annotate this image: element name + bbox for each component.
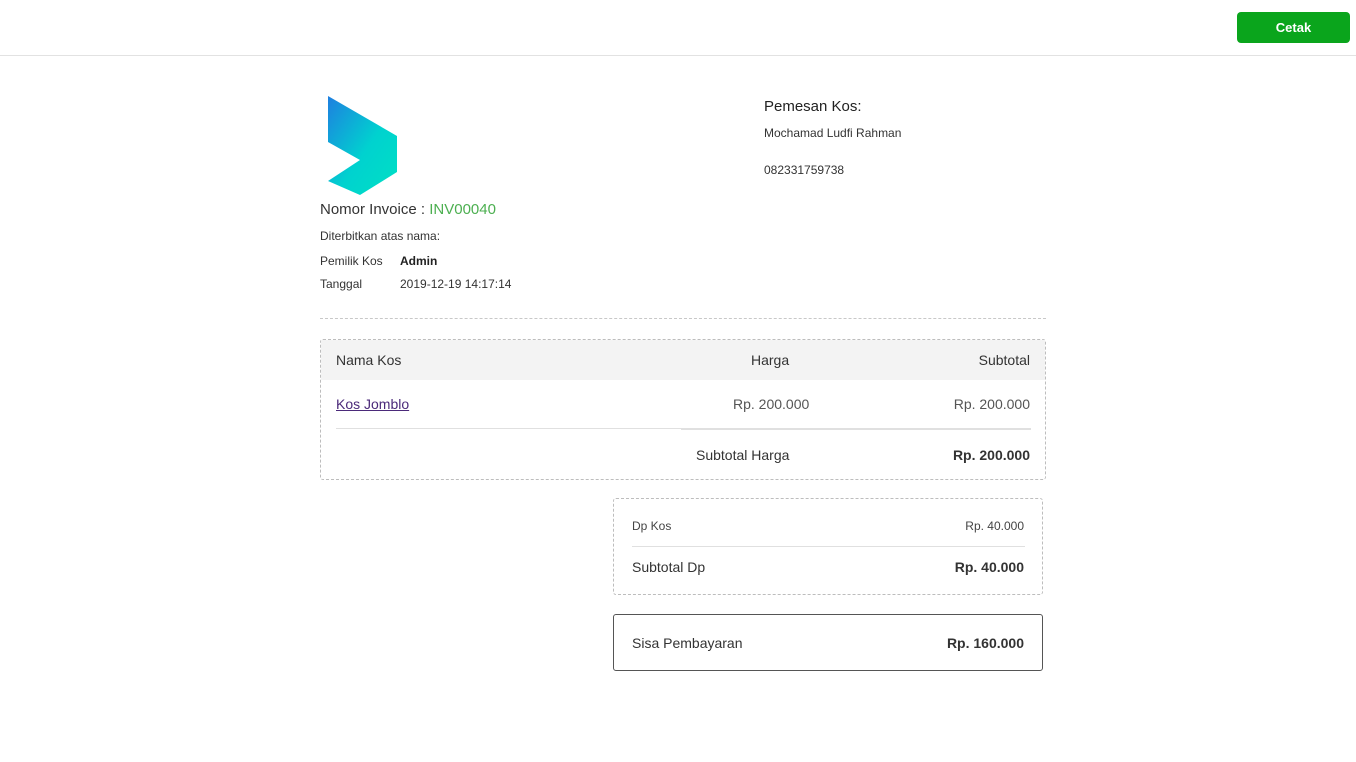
item-name-link[interactable]: Kos Jomblo	[336, 396, 409, 412]
section-divider	[320, 318, 1046, 319]
date-value: 2019-12-19 14:17:14	[400, 277, 512, 291]
dp-divider	[632, 546, 844, 547]
total-divider	[681, 428, 1031, 430]
dp-value: Rp. 40.000	[965, 519, 1024, 533]
remaining-payment-label: Sisa Pembayaran	[632, 635, 743, 651]
date-label: Tanggal	[320, 277, 363, 291]
column-header-price: Harga	[751, 352, 790, 368]
remaining-payment-box: Sisa Pembayaran Rp. 160.000	[613, 614, 1043, 671]
dp-subtotal-value: Rp. 40.000	[954, 559, 1024, 575]
row-divider	[336, 428, 681, 429]
print-button[interactable]: Cetak	[1237, 12, 1350, 43]
customer-phone: 082331759738	[764, 163, 845, 177]
owner-value: Admin	[400, 254, 438, 268]
customer-title: Pemesan Kos:	[764, 98, 862, 115]
top-bar: Cetak	[0, 0, 1356, 56]
dp-divider-right	[844, 546, 1025, 547]
table-header: Nama Kos Harga Subtotal	[321, 340, 1045, 380]
items-table: Nama Kos Harga Subtotal Kos Jomblo Rp. 2…	[320, 339, 1046, 480]
invoice-label: Nomor Invoice :	[320, 201, 430, 218]
subtotal-price-value: Rp. 200.000	[952, 447, 1030, 463]
column-header-name: Nama Kos	[336, 352, 402, 368]
dp-label: Dp Kos	[632, 519, 672, 533]
column-header-subtotal: Subtotal	[978, 352, 1030, 368]
remaining-payment-value: Rp. 160.000	[946, 635, 1024, 651]
item-subtotal: Rp. 200.000	[953, 396, 1030, 412]
owner-label: Pemilik Kos	[320, 254, 383, 268]
company-logo-icon	[326, 96, 398, 196]
down-payment-box: Dp Kos Rp. 40.000 Subtotal Dp Rp. 40.000	[613, 498, 1043, 595]
issued-for-label: Diterbitkan atas nama:	[320, 229, 441, 243]
invoice-number: INV00040	[429, 201, 496, 218]
customer-name: Mochamad Ludfi Rahman	[764, 126, 902, 140]
item-price: Rp. 200.000	[733, 396, 810, 412]
subtotal-price-label: Subtotal Harga	[696, 447, 790, 463]
invoice-number-line: Nomor Invoice : INV00040	[320, 201, 496, 218]
dp-subtotal-label: Subtotal Dp	[632, 559, 706, 575]
